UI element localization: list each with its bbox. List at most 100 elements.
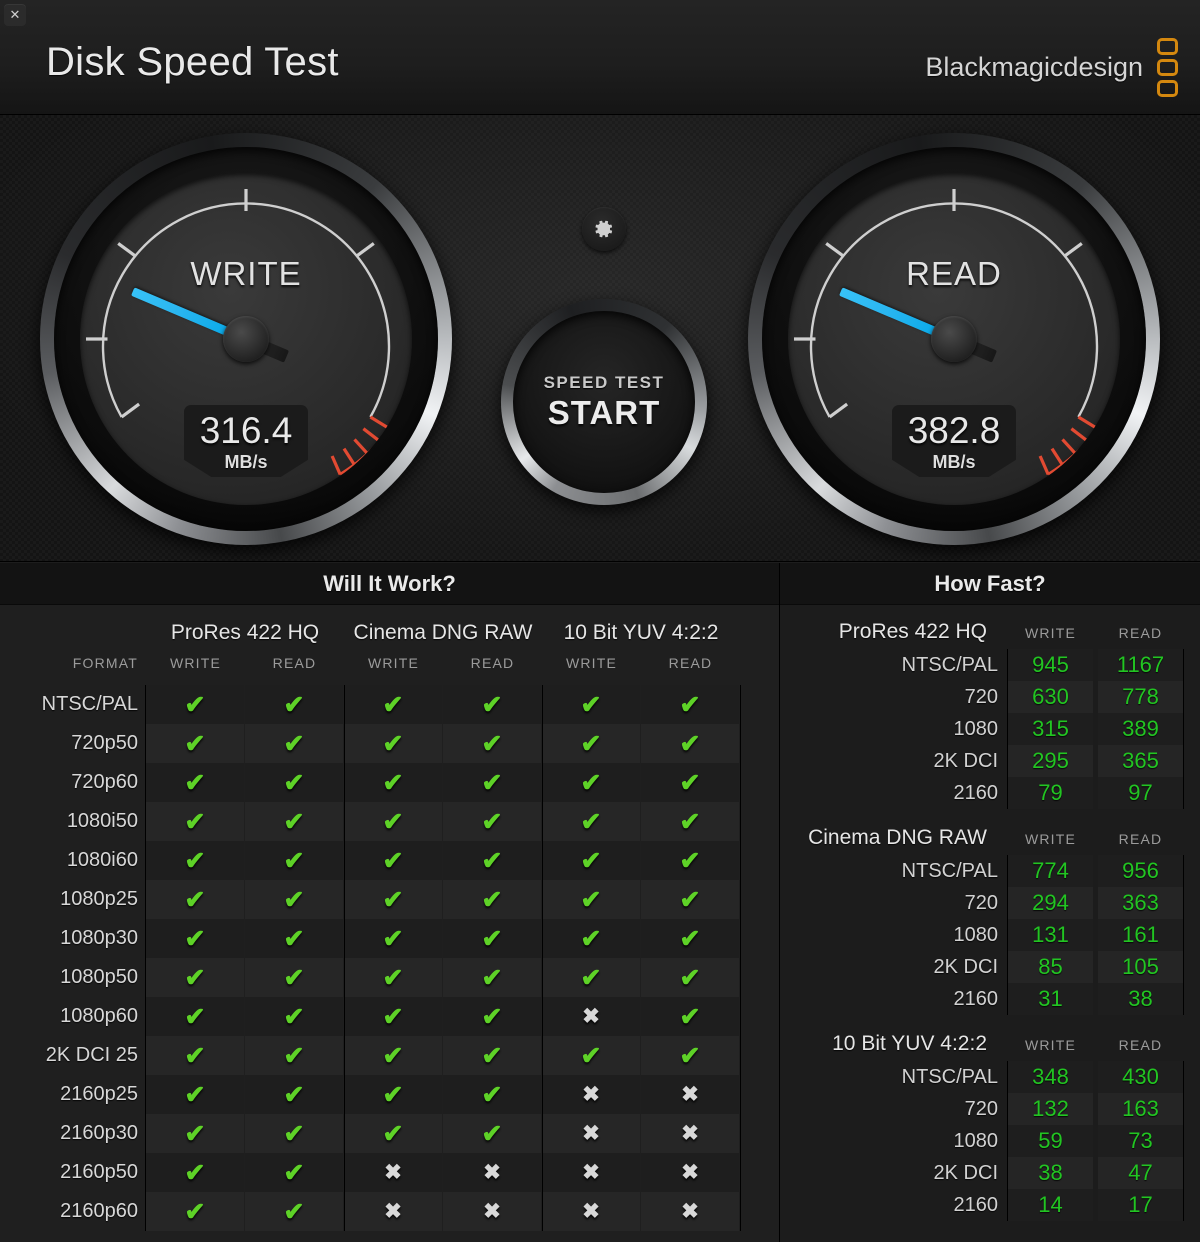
cross-icon: ✖ (542, 1153, 640, 1192)
will-it-work-header: Will It Work? (0, 563, 779, 605)
format-label: 1080i60 (66, 849, 138, 871)
check-icon: ✔ (245, 1153, 343, 1192)
check-icon: ✔ (641, 724, 739, 763)
how-fast-write-value: 315 (1008, 713, 1093, 745)
table-row: 1080p50 ✔ ✔ ✔ ✔ ✔ ✔ (0, 958, 779, 997)
how-fast-read-value: 1167 (1098, 649, 1183, 681)
table-row: 2K DCI 25 ✔ ✔ ✔ ✔ ✔ ✔ (0, 1036, 779, 1075)
list-item: 2160 79 97 (780, 777, 1200, 809)
speed-test-start-button[interactable]: SPEED TEST START (501, 299, 707, 505)
cross-icon: ✖ (641, 1153, 739, 1192)
how-fast-read-header: READ (1118, 831, 1163, 847)
check-icon: ✔ (542, 685, 640, 724)
list-item: 1080 131 161 (780, 919, 1200, 951)
table-row: NTSC/PAL ✔ ✔ ✔ ✔ ✔ ✔ (0, 685, 779, 724)
check-icon: ✔ (443, 802, 541, 841)
read-unit: MB/s (932, 452, 976, 472)
format-label: 1080p25 (60, 888, 138, 910)
check-icon: ✔ (146, 724, 244, 763)
gauges-panel: WRITE 316.4 MB/s READ 382.8 MB/s SPEED T… (0, 115, 1200, 562)
check-icon: ✔ (443, 919, 541, 958)
format-label: 720p50 (71, 732, 138, 754)
how-fast-read-value: 365 (1098, 745, 1183, 777)
check-icon: ✔ (344, 763, 442, 802)
how-fast-read-header: READ (1118, 1037, 1163, 1053)
cross-icon: ✖ (542, 1114, 640, 1153)
check-icon: ✔ (542, 802, 640, 841)
wiw-sub-header-3: READ (470, 655, 515, 671)
check-icon: ✔ (443, 1036, 541, 1075)
how-fast-write-value: 295 (1008, 745, 1093, 777)
list-item: NTSC/PAL 945 1167 (780, 649, 1200, 681)
disk-speed-test-window: ✕ Disk Speed Test Blackmagicdesign WRITE… (0, 0, 1200, 1242)
format-label: 720p60 (71, 771, 138, 793)
how-fast-panel: ProRes 422 HQ WRITE READ NTSC/PAL 945 1167 720… (780, 605, 1200, 1242)
how-fast-read-value: 163 (1098, 1093, 1183, 1125)
check-icon: ✔ (542, 841, 640, 880)
check-icon: ✔ (245, 841, 343, 880)
read-gauge-label: READ (906, 255, 1002, 292)
check-icon: ✔ (542, 1036, 640, 1075)
how-fast-read-value: 389 (1098, 713, 1183, 745)
wiw-sub-header-5: READ (668, 655, 713, 671)
table-row: 2160p30 ✔ ✔ ✔ ✔ ✖ ✖ (0, 1114, 779, 1153)
check-icon: ✔ (146, 685, 244, 724)
how-fast-read-value: 956 (1098, 855, 1183, 887)
how-fast-row-label: 2K DCI (933, 1162, 998, 1184)
format-label: 1080p60 (60, 1005, 138, 1027)
check-icon: ✔ (542, 880, 640, 919)
read-value: 382.8 (907, 410, 1001, 451)
check-icon: ✔ (443, 685, 541, 724)
check-icon: ✔ (443, 724, 541, 763)
how-fast-separator-1 (1183, 1061, 1184, 1221)
list-item: 2160 14 17 (780, 1189, 1200, 1221)
check-icon: ✔ (443, 997, 541, 1036)
table-row: 1080p30 ✔ ✔ ✔ ✔ ✔ ✔ (0, 919, 779, 958)
close-icon[interactable]: ✕ (4, 4, 26, 26)
format-label: 1080p50 (60, 966, 138, 988)
will-it-work-title: Will It Work? (323, 570, 456, 596)
check-icon: ✔ (443, 763, 541, 802)
check-icon: ✔ (245, 724, 343, 763)
how-fast-header: How Fast? (780, 563, 1200, 605)
codec-header-2: 10 Bit YUV 4:2:2 (563, 621, 719, 644)
check-icon: ✔ (146, 1114, 244, 1153)
how-fast-write-value: 132 (1008, 1093, 1093, 1125)
how-fast-write-value: 348 (1008, 1061, 1093, 1093)
how-fast-section-header: 10 Bit YUV 4:2:2 WRITE READ (780, 1029, 1200, 1061)
format-label: NTSC/PAL (41, 693, 138, 715)
check-icon: ✔ (344, 841, 442, 880)
how-fast-section: 10 Bit YUV 4:2:2 WRITE READ NTSC/PAL 348 430 7… (780, 1029, 1200, 1221)
brand-square-3 (1157, 80, 1178, 97)
how-fast-write-value: 79 (1008, 777, 1093, 809)
how-fast-read-value: 17 (1098, 1189, 1183, 1221)
page-title: Disk Speed Test (46, 40, 339, 84)
will-it-work-panel: ProRes 422 HQ Cinema DNG RAW 10 Bit YUV 4:… (0, 605, 779, 1242)
format-label: 1080i50 (66, 810, 138, 832)
check-icon: ✔ (245, 802, 343, 841)
list-item: NTSC/PAL 348 430 (780, 1061, 1200, 1093)
table-row: 1080i60 ✔ ✔ ✔ ✔ ✔ ✔ (0, 841, 779, 880)
write-unit: MB/s (224, 452, 268, 472)
write-readout: 316.4 MB/s (184, 405, 308, 477)
check-icon: ✔ (146, 880, 244, 919)
column-separator-0 (145, 685, 146, 1231)
check-icon: ✔ (641, 997, 739, 1036)
how-fast-row-label: NTSC/PAL (901, 654, 998, 676)
how-fast-row-label: 720 (964, 686, 998, 708)
check-icon: ✔ (146, 802, 244, 841)
cross-icon: ✖ (542, 1192, 640, 1231)
how-fast-section-header: Cinema DNG RAW WRITE READ (780, 823, 1200, 855)
format-label: 1080p30 (60, 927, 138, 949)
table-row: 1080p60 ✔ ✔ ✔ ✔ ✖ ✔ (0, 997, 779, 1036)
how-fast-write-value: 945 (1008, 649, 1093, 681)
gear-icon[interactable] (582, 207, 626, 251)
how-fast-row-label: 2160 (953, 988, 999, 1010)
how-fast-row-label: 1080 (953, 1130, 999, 1152)
how-fast-section: ProRes 422 HQ WRITE READ NTSC/PAL 945 1167 720… (780, 617, 1200, 809)
how-fast-rows: NTSC/PAL 774 956 720 294 363 1080 131 161 2K DCI 8… (780, 855, 1200, 1015)
list-item: 1080 59 73 (780, 1125, 1200, 1157)
wiw-sub-header-2: WRITE (367, 655, 420, 671)
check-icon: ✔ (245, 685, 343, 724)
check-icon: ✔ (443, 958, 541, 997)
